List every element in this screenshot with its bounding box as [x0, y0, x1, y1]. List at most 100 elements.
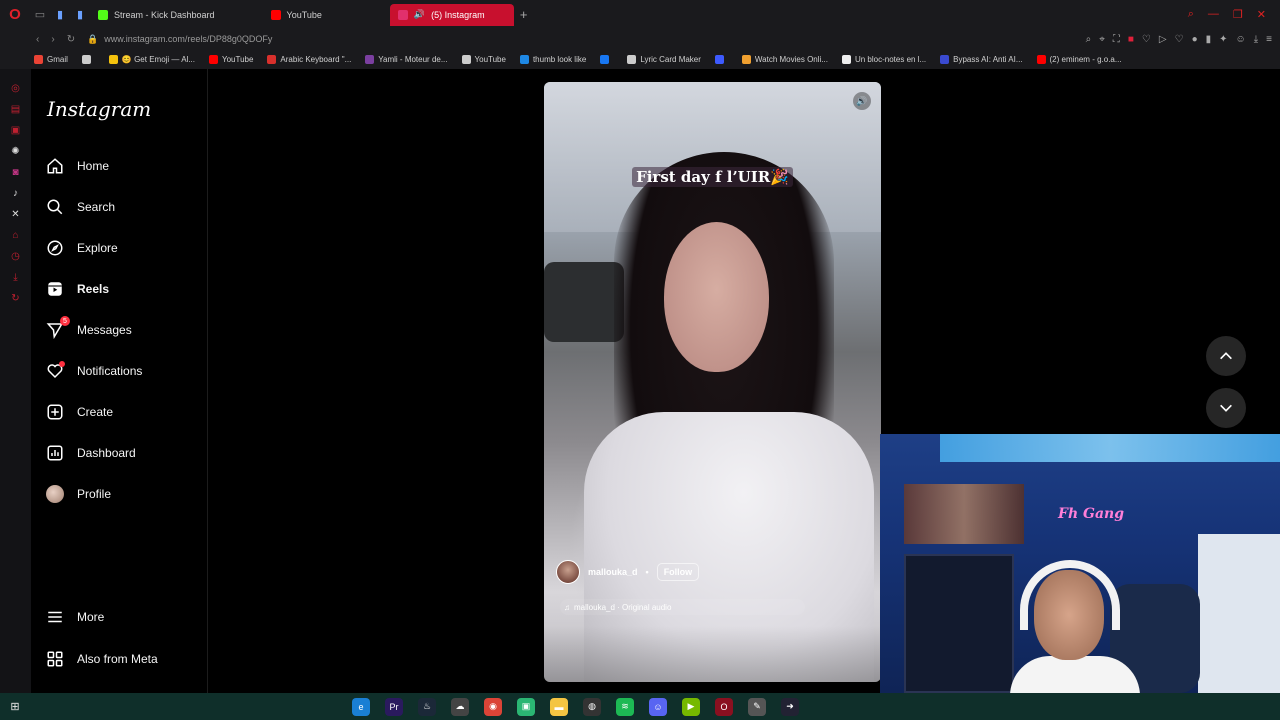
profile-icon[interactable]: ☺	[1236, 34, 1246, 45]
tab-label: Stream - Kick Dashboard	[114, 9, 215, 20]
nav-explore[interactable]: Explore	[45, 236, 118, 260]
bookmark-item[interactable]: Watch Movies Onli...	[741, 54, 828, 64]
maximize-icon[interactable]: ❐	[1233, 8, 1243, 21]
bookmark-favicon-icon	[600, 54, 610, 64]
tab-kick-dashboard[interactable]: Stream - Kick Dashboard	[90, 4, 223, 26]
opera-logo-icon[interactable]: O	[0, 0, 30, 29]
streamer	[1010, 560, 1140, 693]
reload-icon[interactable]: ↻	[67, 34, 75, 45]
bookmark-item[interactable]	[81, 54, 95, 64]
nav-profile[interactable]: Profile	[45, 482, 111, 506]
bookmark-icon[interactable]: ♡	[1142, 34, 1151, 45]
tab-instagram[interactable]: 🔊 (5) Instagram	[389, 3, 514, 26]
nav-messages[interactable]: 5 Messages	[45, 316, 132, 342]
discord-alt-icon[interactable]: ☁	[451, 697, 469, 716]
follow-button[interactable]: Follow	[656, 563, 700, 581]
bookmark-item[interactable]: (2) eminem - g.o.a...	[1036, 54, 1122, 64]
tab-overview-icon[interactable]: ▭	[31, 6, 49, 24]
new-tab-icon[interactable]: +	[520, 7, 528, 22]
webcam-overlay: Fh Gang	[880, 434, 1280, 693]
battery-icon[interactable]: ▮	[1206, 34, 1212, 45]
next-reel-button[interactable]	[1206, 388, 1246, 428]
nav-search[interactable]: Search	[45, 195, 115, 219]
chrome-icon[interactable]: ◉	[484, 697, 502, 716]
nav-dashboard[interactable]: Dashboard	[45, 441, 136, 465]
bookmark-favicon-icon	[81, 54, 91, 64]
avatar[interactable]	[556, 560, 580, 584]
pinned-tab-icon[interactable]: ▮	[51, 6, 69, 24]
spotify-icon[interactable]: ≋	[616, 697, 634, 716]
message-icon[interactable]: ▤	[11, 104, 20, 115]
reel-audio[interactable]: ♫ mallouka_d · Original audio	[560, 599, 805, 615]
tiktok-icon[interactable]: ♪	[13, 188, 18, 199]
heart-icon[interactable]: ♡	[1175, 34, 1184, 45]
tab-youtube[interactable]: YouTube	[263, 4, 330, 26]
nvidia-icon[interactable]: ▶	[682, 697, 700, 716]
bookmark-item[interactable]	[714, 54, 728, 64]
discord-icon[interactable]: ☺	[649, 697, 667, 716]
instagram-logo[interactable]: Instagram	[47, 97, 151, 121]
edge-icon[interactable]: e	[352, 697, 370, 716]
back-icon[interactable]: ‹	[36, 34, 39, 45]
nav-home[interactable]: Home	[45, 154, 109, 178]
extensions-icon[interactable]: ✦	[1219, 34, 1227, 45]
reel-video[interactable]: First day f l’UIR🎉 🔊 mallouka_d • Follow…	[544, 82, 881, 682]
nav-also-from-meta[interactable]: Also from Meta	[45, 647, 158, 671]
folder-icon[interactable]: ▬	[550, 697, 568, 716]
bookmark-label: Arabic Keyboard "...	[280, 54, 352, 64]
downloads-icon[interactable]: ⤓	[13, 272, 17, 283]
messenger-icon[interactable]: ◎	[11, 83, 20, 94]
shield-icon[interactable]: ■	[1128, 34, 1134, 45]
meta-grid-icon	[45, 649, 65, 669]
nav-create[interactable]: Create	[45, 400, 113, 424]
app-icon[interactable]: ➜	[781, 697, 799, 716]
left-shelf	[904, 554, 1014, 693]
player-icon[interactable]: ▣	[11, 125, 20, 136]
download-icon[interactable]: ⤓	[1254, 34, 1258, 45]
pinboard-icon[interactable]: ⌂	[12, 230, 18, 241]
bookmark-label: thumb look like	[532, 54, 587, 64]
bookmark-item[interactable]: Lyric Card Maker	[627, 54, 701, 64]
bookmark-item[interactable]: 😊 Get Emoji — Al...	[108, 54, 195, 64]
minimize-icon[interactable]: —	[1208, 8, 1219, 21]
menu-icon[interactable]: ≡	[1266, 34, 1272, 45]
chevron-down-icon	[1220, 404, 1232, 412]
url-text[interactable]: www.instagram.com/reels/DP88g0QDOFy	[104, 34, 272, 44]
previous-reel-button[interactable]	[1206, 336, 1246, 376]
bookmark-item[interactable]: Gmail	[34, 54, 68, 64]
bookmark-item[interactable]: Yamli - Moteur de...	[365, 54, 448, 64]
pin-icon[interactable]: ⌖	[1099, 34, 1105, 45]
premiere-icon[interactable]: Pr	[385, 697, 403, 716]
obs-icon[interactable]: ◍	[583, 697, 601, 716]
app-icon[interactable]: ✎	[748, 697, 766, 716]
bookmark-item[interactable]: YouTube	[208, 54, 253, 64]
bookmark-item[interactable]: Un bloc-notes en l...	[841, 54, 926, 64]
snapshot-icon[interactable]: ⛶	[1113, 34, 1120, 45]
bookmark-item[interactable]: thumb look like	[519, 54, 587, 64]
bookmark-item[interactable]: YouTube	[461, 54, 506, 64]
bookmark-item[interactable]: Arabic Keyboard "...	[267, 54, 352, 64]
play-icon[interactable]: ▷	[1159, 34, 1167, 45]
history-icon[interactable]: ◷	[11, 251, 20, 262]
nav-reels[interactable]: Reels	[45, 277, 109, 301]
instagram-side-icon[interactable]: ◙	[12, 167, 18, 178]
opera-icon[interactable]: O	[715, 697, 733, 716]
vpn-icon[interactable]: ↻	[11, 293, 19, 304]
windows-start-icon[interactable]: ⊞	[0, 700, 30, 713]
forward-icon[interactable]: ›	[51, 34, 54, 45]
close-icon[interactable]: ✕	[1257, 8, 1266, 21]
chatgpt-icon[interactable]: ✺	[11, 146, 19, 157]
zoom-icon[interactable]: ⌕	[1086, 34, 1092, 45]
aria-icon[interactable]: ●	[1192, 34, 1198, 45]
app-icon[interactable]: ▣	[517, 697, 535, 716]
nav-more[interactable]: More	[45, 605, 104, 629]
pinned-tab-icon[interactable]: ▮	[71, 6, 89, 24]
bookmark-item[interactable]	[600, 54, 613, 64]
bookmark-item[interactable]: Bypass AI: Anti AI...	[940, 54, 1023, 64]
sound-toggle-icon[interactable]: 🔊	[853, 92, 871, 110]
steam-icon[interactable]: ♨	[418, 697, 436, 716]
search-tabs-icon[interactable]: ⌕	[1188, 8, 1194, 21]
nav-notifications[interactable]: Notifications	[45, 359, 142, 383]
x-icon[interactable]: ✕	[11, 209, 19, 220]
reel-username[interactable]: mallouka_d	[588, 567, 638, 577]
